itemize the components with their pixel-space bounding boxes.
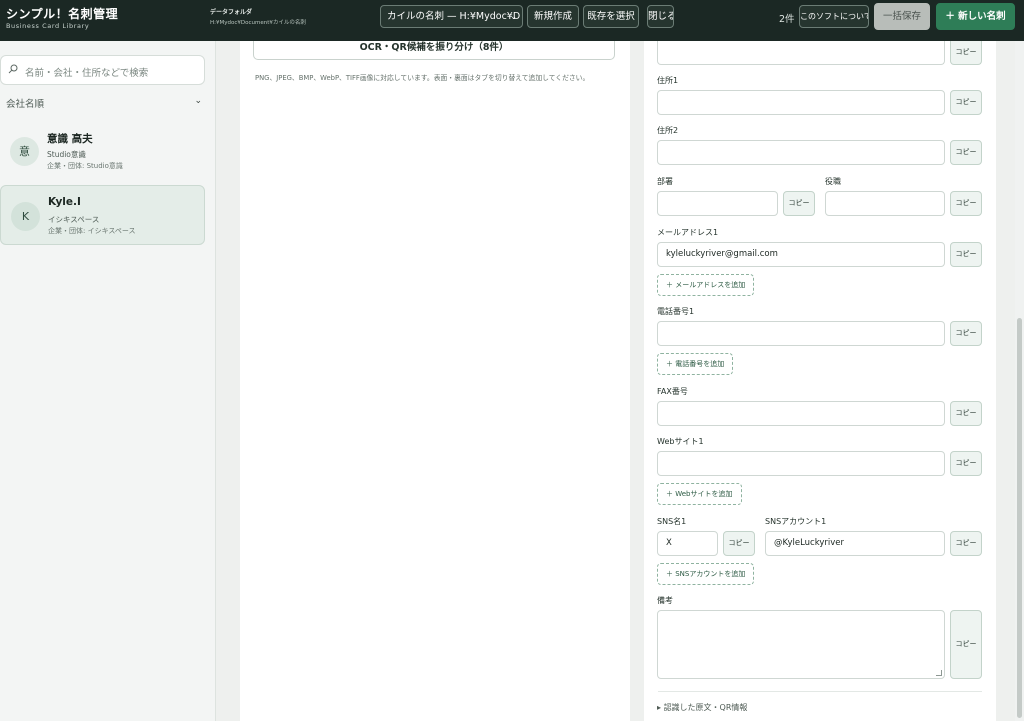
avatar: K — [11, 202, 40, 231]
copy-button[interactable]: コピー — [783, 191, 815, 216]
avatar: 意 — [10, 137, 39, 166]
notes-textarea[interactable] — [657, 610, 945, 679]
address1-input[interactable] — [657, 90, 945, 115]
add-card-button[interactable]: ＋ 新しい名刺 — [936, 3, 1015, 30]
sort-label: 会社名順 — [6, 99, 45, 110]
address2-input[interactable] — [657, 140, 945, 165]
card-name: 意識 高夫 — [47, 133, 93, 145]
address1-label: 住所1 — [657, 76, 679, 85]
notes-label: 備考 — [657, 596, 673, 605]
card-company: イシキスペース — [48, 215, 100, 224]
sns-account-input[interactable]: @KyleLuckyriver — [765, 531, 945, 556]
add-sns-button[interactable]: ＋ SNSアカウントを追加 — [657, 563, 755, 585]
sns-name-label: SNS名1 — [657, 517, 687, 526]
card-name: Kyle.I — [48, 196, 81, 208]
copy-button[interactable]: コピー — [950, 191, 982, 216]
copy-button[interactable]: コピー — [950, 610, 982, 679]
add-phone-button[interactable]: ＋ 電話番号を追加 — [657, 353, 734, 375]
library-select-value: カイルの名刺 — H:¥Mydoc¥D — [387, 11, 521, 22]
data-folder-path: H:¥Mydoc¥Document¥カイルの名刺 — [210, 20, 306, 26]
data-folder-label: データフォルダ — [210, 9, 253, 16]
position-label: 役職 — [825, 177, 841, 186]
sns-account-label: SNSアカウント1 — [765, 517, 827, 526]
open-existing-button[interactable]: 既存を選択 — [583, 5, 639, 28]
copy-button[interactable]: コピー — [950, 321, 982, 346]
copy-button[interactable]: コピー — [950, 242, 982, 267]
copy-button[interactable]: コピー — [950, 90, 982, 115]
phone-input[interactable] — [657, 321, 945, 346]
position-input[interactable] — [825, 191, 945, 216]
app-title: シンプル！名刺管理 — [6, 7, 119, 21]
website-input[interactable] — [657, 451, 945, 476]
card-company: Studio意識 — [47, 150, 86, 159]
department-input[interactable] — [657, 191, 778, 216]
card-organization: 企業・団体: イシキスペース — [48, 227, 136, 235]
close-button[interactable]: 閉じる — [647, 5, 674, 28]
resize-handle-icon[interactable] — [936, 670, 942, 676]
address2-label: 住所2 — [657, 126, 679, 135]
details-toggle-label: 認識した原文・QR情報 — [663, 703, 748, 712]
divider — [658, 691, 982, 692]
phone-label: 電話番号1 — [657, 307, 695, 316]
image-format-note: PNG、JPEG、BMP、WebP、TIFF画像に対応しています。表面・裏面はタ… — [255, 74, 590, 82]
card-edit-form: コピー 住所1 コピー 住所2 コピー 部署 コピー 役職 コピー メールアドレ… — [644, 41, 996, 721]
scrollbar-thumb[interactable] — [1017, 318, 1022, 718]
chevron-down-icon: ⌄ — [510, 12, 517, 21]
app-subtitle: Business Card Library — [6, 22, 90, 30]
department-label: 部署 — [657, 177, 673, 186]
sidebar: 名前・会社・住所などで検索 会社名順 ⌄ 意 意識 高夫 Studio意識 企業… — [0, 41, 216, 721]
triangle-right-icon: ▸ — [657, 703, 662, 712]
chevron-down-icon: ⌄ — [194, 96, 202, 106]
about-button[interactable]: このソフトについて — [799, 5, 869, 28]
top-bar: シンプル！名刺管理 Business Card Library データフォルダ … — [0, 0, 1024, 41]
card-organization: 企業・団体: Studio意識 — [47, 162, 123, 170]
image-panel: OCR・QR候補を振り分け（8件） PNG、JPEG、BMP、WebP、TIFF… — [240, 41, 630, 721]
card-list-item[interactable]: 意 意識 高夫 Studio意識 企業・団体: Studio意識 — [0, 121, 205, 181]
search-placeholder: 名前・会社・住所などで検索 — [25, 68, 149, 79]
copy-button[interactable]: コピー — [950, 451, 982, 476]
add-website-button[interactable]: ＋ Webサイトを追加 — [657, 483, 742, 505]
new-library-button[interactable]: 新規作成 — [527, 5, 579, 28]
save-all-button[interactable]: 一括保存 — [874, 3, 930, 30]
add-email-button[interactable]: ＋ メールアドレスを追加 — [657, 274, 755, 296]
details-toggle[interactable]: ▸ 認識した原文・QR情報 — [657, 702, 747, 713]
search-icon — [8, 64, 18, 74]
sort-select[interactable]: 会社名順 ⌄ — [6, 96, 206, 110]
website-label: Webサイト1 — [657, 437, 704, 446]
copy-button[interactable]: コピー — [950, 531, 982, 556]
copy-button[interactable]: コピー — [950, 41, 982, 65]
fax-input[interactable] — [657, 401, 945, 426]
copy-button[interactable]: コピー — [950, 140, 982, 165]
sns-name-input[interactable]: X — [657, 531, 718, 556]
search-input[interactable]: 名前・会社・住所などで検索 — [0, 55, 205, 85]
email-label: メールアドレス1 — [657, 228, 719, 237]
copy-button[interactable]: コピー — [950, 401, 982, 426]
fax-label: FAX番号 — [657, 387, 688, 396]
card-list-item-selected[interactable]: K Kyle.I イシキスペース 企業・団体: イシキスペース — [0, 185, 205, 245]
email-input[interactable]: kyleluckyriver@gmail.com — [657, 242, 945, 267]
partial-field-input[interactable] — [657, 41, 945, 65]
ocr-sort-button[interactable]: OCR・QR候補を振り分け（8件） — [253, 41, 615, 60]
library-select[interactable]: カイルの名刺 — H:¥Mydoc¥D ⌄ — [380, 5, 523, 28]
card-count: 2件 — [779, 14, 795, 25]
copy-button[interactable]: コピー — [723, 531, 755, 556]
